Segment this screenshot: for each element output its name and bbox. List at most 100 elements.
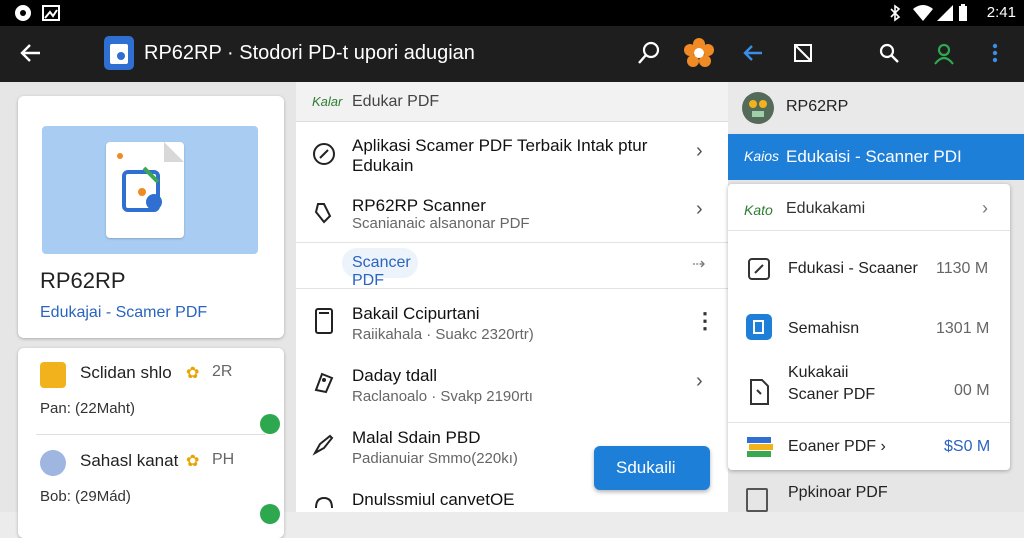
document-subtitle: Edukajai - Scamer PDF xyxy=(40,304,208,321)
middle-pane: Kalar Edukar PDF Aplikasi Scamer PDF Ter… xyxy=(296,82,728,512)
profile-header[interactable]: RP62RP xyxy=(728,82,1024,132)
books-stack-icon xyxy=(746,434,773,460)
phone-icon xyxy=(312,308,336,334)
list-item[interactable]: Sclidan shlo ✿ 2R Pan: (22Maht) xyxy=(18,348,284,434)
status-dot-icon xyxy=(260,504,280,524)
divider xyxy=(728,230,1010,231)
back-arrow-icon[interactable] xyxy=(742,42,764,69)
item-count: PH xyxy=(212,451,235,468)
stats-card: Sclidan shlo ✿ 2R Pan: (22Maht) Sahasl k… xyxy=(18,348,284,538)
item-subtitle: Padianuiar Smmo(220kı) xyxy=(352,450,518,467)
status-bar: 2:41 xyxy=(0,0,1024,26)
chip-label: Scancer PDF xyxy=(352,254,411,289)
item-title: RP62RP Scanner xyxy=(352,196,486,215)
app-logo-icon xyxy=(104,36,134,70)
file-size: 00 M xyxy=(954,382,990,399)
document-thumbnail xyxy=(42,126,258,254)
divider xyxy=(36,434,266,435)
file-name: Kukakaii xyxy=(788,364,849,381)
item-title: Sahasl kanat xyxy=(80,451,179,470)
list-item[interactable]: RP62RP Scanner Scanianaic alsanonar PDF … xyxy=(296,188,728,240)
list-item[interactable]: Daday tdall Raclanoalo · Svakp 2190rtı › xyxy=(296,356,728,412)
header-title: Edukar PDF xyxy=(352,93,440,110)
button-label: Sdukaili xyxy=(616,458,676,477)
chevron-right-icon: › xyxy=(696,370,703,392)
item-subtitle: Raiikahala · Suakc 2320rtr) xyxy=(352,326,534,343)
list-item[interactable]: Bakail Ccipurtani Raiikahala · Suakc 232… xyxy=(296,294,728,350)
file-name: Semahisn xyxy=(788,320,860,337)
cloud-icon xyxy=(312,490,336,514)
item-subtitle: Scanianaic alsanonar PDF xyxy=(352,215,530,232)
selected-item[interactable]: Kaios Edukaisi - Scanner PDI xyxy=(728,134,1024,180)
scanner-icon xyxy=(312,200,336,224)
wifi-icon xyxy=(912,4,934,27)
file-row[interactable]: Kukakaii Scaner PDF 00 M xyxy=(728,360,1010,420)
secondary-app-bar xyxy=(728,26,1024,82)
app-title: RP62RP · Stodori PD‑t upori adugian xyxy=(144,42,475,64)
profile-name: RP62RP xyxy=(786,98,849,115)
divider xyxy=(728,422,1010,423)
section-header: Kalar Edukar PDF xyxy=(296,82,728,122)
image-notification-icon xyxy=(42,4,60,27)
left-pane: RP62RP Edukajai - Scamer PDF Sclidan shl… xyxy=(0,82,296,538)
search-icon[interactable] xyxy=(636,40,662,71)
account-icon[interactable] xyxy=(932,42,956,71)
card-header-title: Edukakami xyxy=(786,200,866,217)
compass-icon xyxy=(312,142,336,166)
app-indicator-icon xyxy=(14,4,32,27)
item-title: Dnulssmiul canvetOE xyxy=(352,490,515,509)
item-value: Bob: (29Mád) xyxy=(40,488,131,505)
divider xyxy=(296,242,728,243)
primary-action-button[interactable]: Sdukaili xyxy=(594,446,710,490)
list-item[interactable]: Aplikasi Scamer PDF Terbaik Intak ptur E… xyxy=(296,122,728,188)
item-count: 2R xyxy=(212,363,233,380)
filter-chip[interactable]: Scancer PDF xyxy=(342,248,418,289)
file-row[interactable]: Eoaner PDF › $S0 M xyxy=(728,428,1010,468)
item-title: Daday tdall xyxy=(352,366,438,385)
chevron-right-icon: › xyxy=(696,140,703,162)
item-title-continued: Edukain xyxy=(352,156,414,175)
document-title: RP62RP xyxy=(40,268,126,293)
document-app-icon xyxy=(746,314,772,340)
file-row[interactable]: Semahisn 1301 M xyxy=(728,300,1010,356)
file-edit-icon xyxy=(746,256,772,282)
app-bar: RP62RP · Stodori PD‑t upori adugian xyxy=(0,26,728,82)
more-vert-icon[interactable]: ⋮ xyxy=(694,308,716,334)
no-image-icon[interactable] xyxy=(792,42,814,69)
arrow-right-icon[interactable]: ⇢ xyxy=(692,254,705,274)
item-value: Pan: (22Maht) xyxy=(40,400,136,417)
file-name-continued: Scaner PDF xyxy=(788,386,876,403)
tag-icon xyxy=(312,370,336,394)
selected-label: Kaios xyxy=(744,148,780,164)
item-subtitle: Raclanoalo · Svakp 2190rtı xyxy=(352,388,533,405)
file-row[interactable]: Fdukasi - Scaaner 1130 M xyxy=(728,240,1010,296)
file-list-card: Kato Edukakami › Fdukasi - Scaaner 1130 … xyxy=(728,184,1010,470)
document-icon xyxy=(746,488,768,512)
item-title: Aplikasi Scamer PDF Terbaik Intak ptur xyxy=(352,136,648,155)
search-icon[interactable] xyxy=(878,42,900,69)
file-size: $S0 M xyxy=(944,438,991,455)
pen-icon xyxy=(312,432,336,456)
folder-icon xyxy=(40,362,66,388)
file-name: Fdukasi - Scaaner xyxy=(788,260,918,277)
pdf-document-icon xyxy=(106,142,184,238)
chevron-right-icon[interactable]: › xyxy=(982,198,988,219)
file-size: 1301 M xyxy=(936,320,990,337)
right-pane: RP62RP Kaios Edukaisi - Scanner PDI Kato… xyxy=(728,82,1024,512)
avatar xyxy=(742,92,774,124)
back-arrow-icon[interactable] xyxy=(18,40,44,71)
list-item-title[interactable]: Ppkinoar PDF xyxy=(788,484,888,502)
user-avatar-icon xyxy=(40,450,66,476)
list-item[interactable]: Sahasl kanat ✿ PH Bob: (29Mád) xyxy=(18,436,284,524)
file-icon xyxy=(746,378,772,405)
star-badge-icon: ✿ xyxy=(186,365,200,382)
more-vert-icon[interactable] xyxy=(990,42,1000,69)
settings-flower-icon[interactable] xyxy=(684,38,714,73)
battery-icon xyxy=(958,4,968,27)
bluetooth-icon xyxy=(888,4,902,27)
status-time: 2:41 xyxy=(986,4,1016,21)
status-dot-icon xyxy=(260,414,280,434)
divider xyxy=(296,288,728,289)
document-card[interactable]: RP62RP Edukajai - Scamer PDF xyxy=(18,96,284,338)
card-header-label: Kato xyxy=(744,202,773,218)
